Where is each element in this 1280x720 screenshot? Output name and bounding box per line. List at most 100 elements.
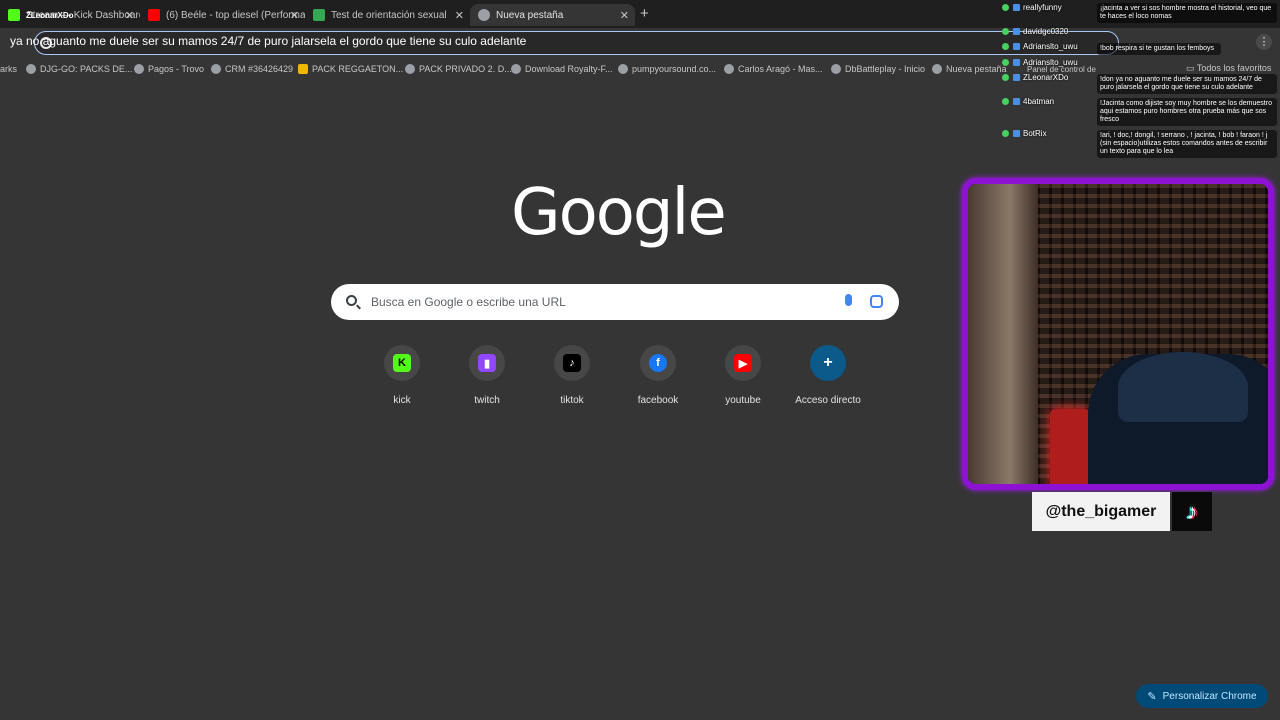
tab-nueva-pestana[interactable]: Nueva pestaña ✕ [470,4,635,26]
bookmark-label: Nueva pestaña [946,64,1007,74]
chat-user: BotRix [1002,129,1047,138]
bookmark-item[interactable]: CRM #36426429 [211,64,293,74]
kick-icon: K [393,354,411,372]
close-tab-icon[interactable]: ✕ [125,9,134,22]
tiktok-logo-icon: ♪ [1172,492,1212,531]
close-tab-icon[interactable]: ✕ [290,9,299,22]
shortcut-tile[interactable]: K [384,345,420,381]
bookmark-item[interactable]: DbBattleplay - Inicio [831,64,925,74]
address-bar-text[interactable]: ya no aguanto me duele ser su mamos 24/7… [10,34,526,48]
microphone [1050,409,1090,484]
customize-label: Personalizar Chrome [1162,690,1257,702]
close-tab-icon[interactable]: ✕ [620,9,629,22]
overlay-username: ZLeonarXDo [26,11,74,20]
control-panel-label: Panel de control de [1027,65,1096,74]
bookmark-item[interactable]: Download Royalty-F... [511,64,613,74]
search-icon [346,295,357,306]
close-tab-icon[interactable]: ✕ [455,9,464,22]
bookmark-item[interactable]: DJG-GO: PACKS DE... [26,64,132,74]
streamer-cap [1118,352,1248,422]
globe-icon [618,64,628,74]
online-status-icon [1002,4,1009,11]
tiktok-icon: ♪ [563,354,581,372]
globe-icon [405,64,415,74]
bookmark-item[interactable]: pumpyoursound.co... [618,64,716,74]
globe-icon [831,64,841,74]
shortcut-facebook[interactable]: f facebook [618,345,698,406]
online-status-icon [1002,130,1009,137]
bookmark-item[interactable]: Carlos Aragó - Mas... [724,64,823,74]
shortcut-tile[interactable]: ♪ [554,345,590,381]
shortcut-twitch[interactable]: ▮ twitch [447,345,527,406]
bookmark-label: DbBattleplay - Inicio [845,64,926,74]
kick-favicon-icon [8,9,20,21]
user-badge-icon [1013,43,1020,50]
shortcut-label: Acceso directo [795,395,861,406]
globe-icon [26,64,36,74]
online-status-icon [1002,43,1009,50]
chat-message: !don ya no aguanto me duele ser su mamos… [1097,74,1277,94]
bookmark-item[interactable]: Nueva pestaña [932,64,1007,74]
user-badge-icon [1013,74,1020,81]
chat-username: Adrianslto_uwu [1023,42,1078,51]
tab-label: Nueva pestaña [496,9,564,21]
voice-search-mic-icon[interactable] [845,294,852,306]
shortcut-tiktok[interactable]: ♪ tiktok [532,345,612,406]
user-badge-icon [1013,98,1020,105]
globe-icon [511,64,521,74]
shortcut-tile[interactable]: ▮ [469,345,505,381]
webcam-overlay [962,178,1274,490]
shortcut-label: tiktok [560,395,584,406]
bookmark-label: pumpyoursound.co... [632,64,717,74]
chat-message: ¡jacinta a ver si sos hombre mostra el h… [1097,3,1277,23]
chat-message: !bob respira si te gustan los femboys [1097,43,1221,55]
bookmark-item[interactable]: Pagos - Trovo [134,64,204,74]
all-bookmarks-folder[interactable]: ▭ Todos los favoritos [1186,63,1271,74]
youtube-icon: ▶ [734,354,752,372]
chat-user: 4batman [1002,97,1054,106]
globe-icon [134,64,144,74]
globe-icon [724,64,734,74]
bookmark-favicon-icon [298,64,308,74]
online-status-icon [1002,98,1009,105]
facebook-icon: f [649,354,667,372]
google-logo: Google [511,176,727,250]
doorway [968,184,1038,484]
chat-message: !ari, ! doc,! dongil, ! serrano , ! jaci… [1097,130,1277,158]
pencil-icon: ✎ [1147,690,1157,703]
online-status-icon [1002,74,1009,81]
bookmark-item[interactable]: PACK REGGAETON... [298,64,403,74]
bookmark-item[interactable]: arks [0,64,17,74]
chat-username: BotRix [1023,129,1047,138]
twitch-icon: ▮ [478,354,496,372]
bookmark-label: Download Royalty-F... [525,64,613,74]
google-lens-icon[interactable] [870,295,883,308]
shortcut-tile[interactable]: ▶ [725,345,761,381]
youtube-favicon-icon [148,9,160,21]
chat-user: ZLeonarXDo [1002,73,1068,82]
tab-test-orientacion[interactable]: Test de orientación sexual ✕ [305,4,470,26]
customize-chrome-button[interactable]: ✎ Personalizar Chrome [1136,684,1268,708]
folder-icon: ▭ [1186,63,1197,73]
shortcut-tile[interactable]: + [810,345,846,381]
bookmark-item[interactable]: PACK PRIVADO 2. D... [405,64,512,74]
shortcut-acceso-directo[interactable]: + Acceso directo [788,345,868,406]
tab-youtube-video[interactable]: (6) Beéle - top diesel (Performa ✕ [140,4,305,26]
user-badge-icon [1013,59,1020,66]
bookmark-label: DJG-GO: PACKS DE... [40,64,133,74]
shortcut-kick[interactable]: Kkick [362,345,442,406]
chrome-favicon-icon [478,9,490,21]
shortcut-label: kick [393,395,411,406]
bookmark-label: Pagos - Trovo [148,64,205,74]
streamer-handle: @the_bigamer [1032,492,1170,531]
shortcut-youtube[interactable]: ▶ youtube [703,345,783,406]
shortcut-label: youtube [725,395,761,406]
chat-username: davidgc0320 [1023,27,1069,36]
online-status-icon [1002,59,1009,66]
chat-username: 4batman [1023,97,1055,106]
shortcut-tile[interactable]: f [640,345,676,381]
new-tab-plus-icon[interactable]: + [640,5,649,22]
user-badge-icon [1013,28,1020,35]
search-placeholder[interactable]: Busca en Google o escribe una URL [371,295,566,309]
chrome-menu-icon[interactable]: ⋮ [1256,34,1272,50]
